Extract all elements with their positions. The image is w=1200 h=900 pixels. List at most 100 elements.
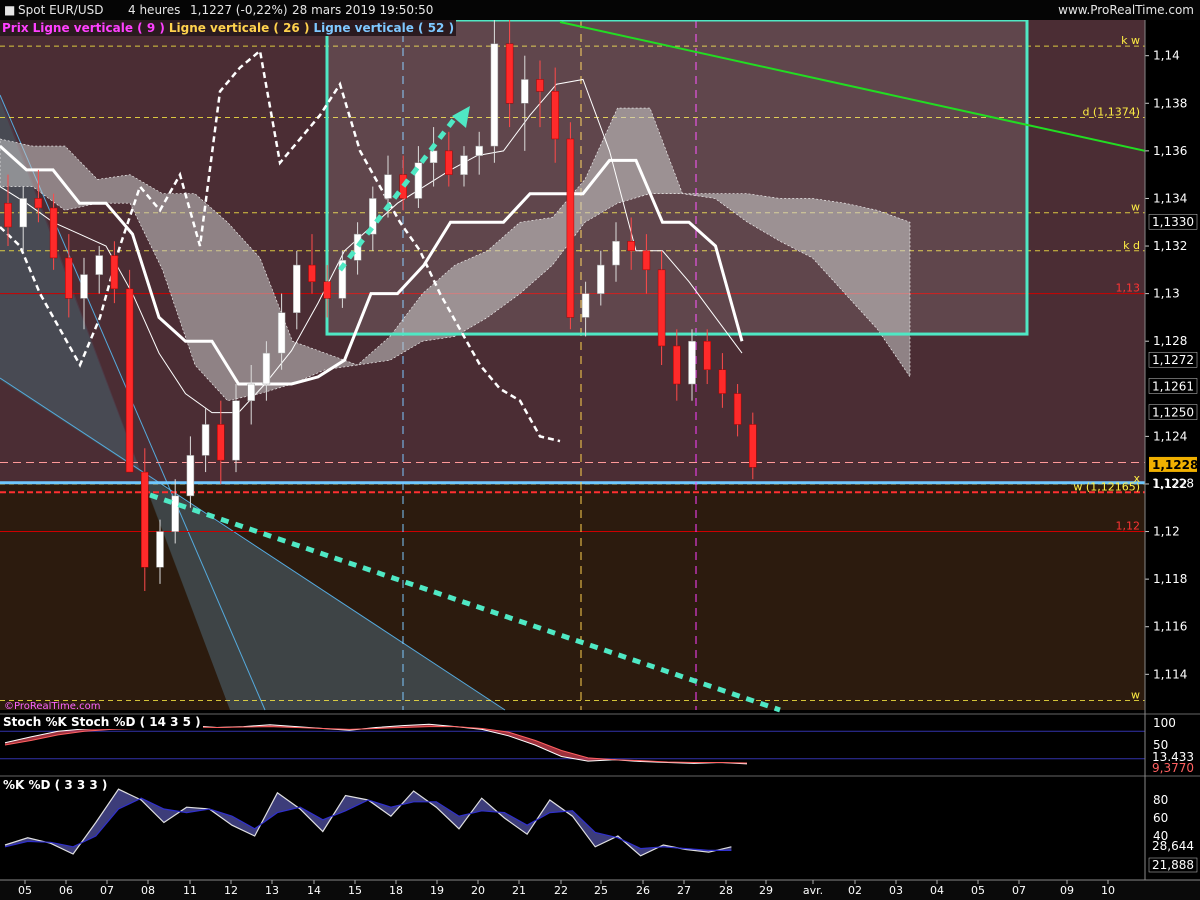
candle-body [566,138,575,318]
y-tick-label-4: 1,132 [1153,239,1187,253]
x-tick-label-25: 09 [1060,884,1074,897]
x-tick-label-3: 08 [141,884,155,897]
x-tick-label-16: 27 [677,884,691,897]
price-tag-3: 1,1250 [1152,406,1194,420]
legend-line-9[interactable]: Ligne verticale ( 9 ) [31,21,167,35]
level-label-8: w [1131,688,1140,701]
candle-body [551,91,559,140]
stoch-long-tag-1: 9,3770 [1152,761,1194,775]
y-tick-label-12: 1,114 [1153,667,1187,681]
candle-body [703,340,711,371]
x-tick-label-10: 19 [430,884,444,897]
y-tick-label-1: 1,138 [1153,96,1187,110]
candle-body [171,495,179,532]
candle-body [95,255,103,275]
candle-body [505,43,514,104]
candle-body [232,400,240,461]
chart-header: ■ Spot EUR/USD 4 heures 1,1227 (-0,22%) … [0,0,1200,20]
legend-price[interactable]: Prix [0,21,31,35]
x-tick-label-23: 05 [971,884,985,897]
candle-body [156,531,164,568]
candle-body [141,471,149,568]
candle-body [65,257,73,299]
x-tick-label-18: 29 [759,884,773,897]
indicator-legend: Prix Ligne verticale ( 9 ) Ligne verticale… [0,20,457,36]
legend-line-52[interactable]: Ligne verticale ( 52 ) [311,21,456,35]
y-tick-label-3: 1,134 [1153,191,1187,205]
price-tag-5: 1,1228 [1152,476,1194,490]
price-tag-1: 1,1272 [1152,353,1194,367]
candle-body [612,241,620,266]
level-label-3: k d [1123,239,1140,252]
candle-body [657,269,666,347]
stoch-short-tag-0: 28,644 [1152,839,1194,853]
candle-body [80,274,88,299]
candle-body [293,264,301,313]
y-tick-label-6: 1,128 [1153,334,1187,348]
x-tick-label-12: 21 [512,884,526,897]
candle-body [49,207,58,259]
x-tick-label-26: 10 [1101,884,1115,897]
x-tick-label-17: 28 [719,884,733,897]
symbol-icon: ■ [4,3,16,17]
candle-body [247,383,255,401]
y-tick-label-2: 1,136 [1153,144,1187,158]
watermark: ©ProRealTime.com [4,701,100,712]
candle-body [4,202,12,228]
x-tick-label-2: 07 [100,884,114,897]
x-tick-label-14: 25 [594,884,608,897]
stoch-long-tick-0: 100 [1153,716,1176,730]
candle-body [186,455,195,497]
x-tick-label-5: 12 [224,884,238,897]
candle-body [521,79,529,104]
candle-body [475,145,483,156]
last-price-tag: 1,1228 [1152,458,1198,472]
candle-37 [566,122,575,330]
x-tick-label-13: 22 [554,884,568,897]
candle-body [308,264,316,282]
stoch-short-tag-1: 21,888 [1152,858,1194,872]
candle-body [34,198,43,209]
x-tick-label-19: avr. [803,884,823,897]
stoch-long-legend[interactable]: Stoch %K Stoch %D ( 14 3 5 ) [1,715,203,729]
candle-body [688,340,696,385]
header-site-link[interactable]: www.ProRealTime.com [1058,0,1194,20]
price-tag-2: 1,1261 [1152,379,1194,393]
candle-body [718,369,727,394]
y-tick-label-7: 1,124 [1153,429,1187,443]
stoch-short-tick-0: 80 [1153,793,1168,807]
candle-body [201,424,210,456]
candle-body [460,155,468,175]
legend-line-26[interactable]: Ligne verticale ( 26 ) [167,21,312,35]
x-tick-label-7: 14 [307,884,321,897]
candle-body [536,79,544,92]
x-tick-label-0: 05 [18,884,32,897]
candle-body [673,345,681,385]
price-tag-0: 1,1330 [1152,215,1194,229]
candle-body [110,255,119,290]
y-tick-label-11: 1,116 [1153,620,1187,634]
header-period: 4 heures [128,3,181,17]
level-label-2: w [1131,201,1140,214]
candle-body [217,424,225,461]
x-tick-label-11: 20 [471,884,485,897]
range-box [325,18,1029,336]
level-label-0: k w [1121,34,1140,47]
x-tick-label-24: 07 [1012,884,1026,897]
candle-body [19,198,27,228]
x-tick-label-21: 03 [889,884,903,897]
candle-body [429,150,438,164]
candle-body [384,174,392,199]
x-tick-label-9: 18 [389,884,403,897]
candle-body [749,424,757,468]
level-label-7: 1,12 [1116,520,1141,533]
candle-body [490,43,499,147]
stoch-short-legend[interactable]: %K %D ( 3 3 3 ) [1,778,110,792]
header-symbol: Spot EUR/USD [18,3,104,17]
y-tick-label-10: 1,118 [1153,572,1187,586]
level-label-6: w (1,12165) [1073,480,1140,493]
candle-body [627,241,635,252]
y-tick-label-9: 1,12 [1153,525,1180,539]
candle-body [125,288,134,473]
candle-body [642,250,651,271]
